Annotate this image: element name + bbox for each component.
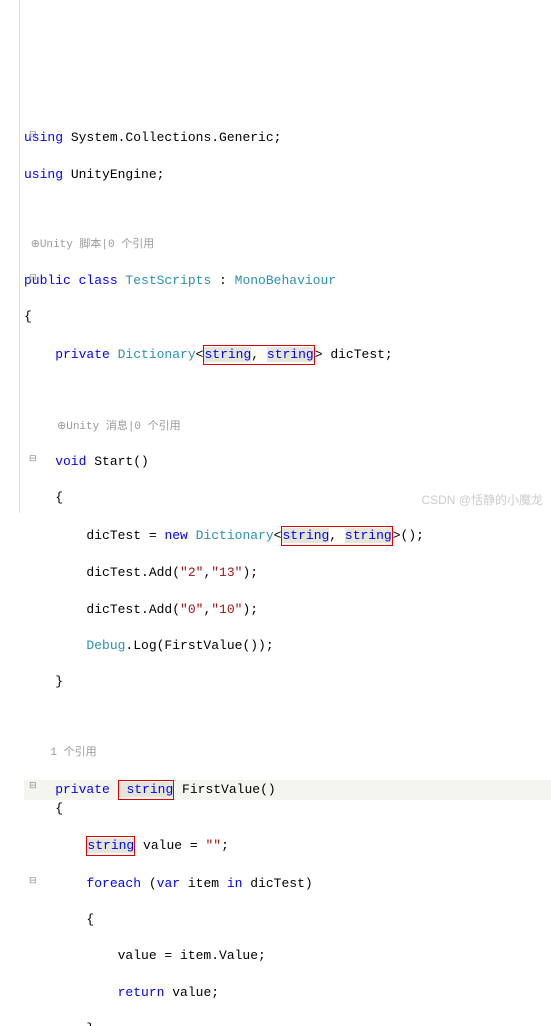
highlight-box: string, string	[281, 526, 392, 546]
code-line[interactable]: ⊟public class TestScripts : MonoBehaviou…	[24, 272, 551, 290]
keyword: in	[227, 876, 243, 891]
brace: }	[24, 1021, 94, 1026]
fold-icon[interactable]: ⊟	[29, 129, 37, 142]
code-text: UnityEngine;	[63, 167, 164, 182]
code-line[interactable]: string value = "";	[24, 836, 551, 856]
keyword: var	[157, 876, 180, 891]
code-line[interactable]: private Dictionary<string, string> dicTe…	[24, 345, 551, 365]
code-line[interactable]: Debug.Log(FirstValue());	[24, 637, 551, 655]
code-line[interactable]: dicTest.Add("0","10");	[24, 601, 551, 619]
code-text: value = item.Value;	[24, 948, 266, 963]
string-literal: "0"	[180, 602, 203, 617]
code-line-active[interactable]: ⊟ private string FirstValue()	[24, 780, 551, 800]
code-text: System.Collections.Generic;	[63, 130, 281, 145]
fold-icon[interactable]: ⊟	[29, 780, 37, 793]
string-literal: ""	[205, 838, 221, 853]
code-text: (	[141, 876, 157, 891]
codelens[interactable]: ⊕Unity 脚本|0 个引用	[24, 238, 551, 253]
code-text: ,	[203, 565, 211, 580]
code-line[interactable]: {	[24, 800, 551, 818]
keyword: string	[282, 528, 329, 543]
reference-text: ⊕Unity 消息|0 个引用	[24, 421, 181, 433]
blank-line	[24, 383, 551, 401]
keyword: string	[119, 782, 174, 797]
code-text: FirstValue()	[174, 782, 275, 797]
code-text: Start()	[86, 454, 148, 469]
type-name: Dictionary	[188, 528, 274, 543]
watermark: CSDN @恬静的小魔龙	[421, 492, 543, 509]
codelens[interactable]: 1 个引用	[24, 746, 551, 761]
keyword: string	[87, 838, 134, 853]
brace: {	[24, 912, 94, 927]
code-line[interactable]: dicTest = new Dictionary<string, string>…	[24, 526, 551, 546]
code-line[interactable]: value = item.Value;	[24, 947, 551, 965]
code-line[interactable]: ⊟ foreach (var item in dicTest)	[24, 875, 551, 893]
code-line[interactable]: using UnityEngine;	[24, 166, 551, 184]
class-name: TestScripts	[118, 273, 212, 288]
string-literal: "13"	[211, 565, 242, 580]
fold-icon[interactable]: ⊟	[29, 453, 37, 466]
code-line[interactable]: return value;	[24, 984, 551, 1002]
code-text: .Log(FirstValue());	[125, 638, 273, 653]
code-text: :	[211, 273, 234, 288]
type-name: Dictionary	[110, 347, 196, 362]
brace: }	[24, 674, 63, 689]
blank-line	[24, 710, 551, 728]
code-line[interactable]: ⊟using System.Collections.Generic;	[24, 129, 551, 147]
codelens[interactable]: ⊕Unity 消息|0 个引用	[24, 420, 551, 435]
highlight-box: string, string	[203, 345, 314, 365]
code-text: );	[242, 602, 258, 617]
fold-icon[interactable]: ⊟	[29, 272, 37, 285]
code-line[interactable]: {	[24, 308, 551, 326]
code-editor[interactable]: ⊟using System.Collections.Generic; using…	[0, 109, 551, 1026]
code-text: ,	[329, 528, 345, 543]
code-text: item	[180, 876, 227, 891]
code-text: dicTest =	[24, 528, 164, 543]
code-text: dicTest)	[242, 876, 312, 891]
blank-line	[24, 202, 551, 220]
keyword: private	[24, 782, 110, 797]
keyword: string	[345, 528, 392, 543]
code-text: value =	[135, 838, 205, 853]
code-text: value;	[164, 985, 219, 1000]
code-text: ,	[251, 347, 267, 362]
code-text: dicTest.Add(	[24, 602, 180, 617]
reference-text: ⊕Unity 脚本|0 个引用	[24, 239, 154, 251]
keyword: string	[204, 347, 251, 362]
brace: {	[24, 309, 32, 324]
code-line[interactable]: }	[24, 1020, 551, 1026]
code-text: ,	[203, 602, 211, 617]
string-literal: "2"	[180, 565, 203, 580]
highlight-box: string	[86, 836, 135, 856]
type-name: MonoBehaviour	[235, 273, 336, 288]
code-line[interactable]: dicTest.Add("2","13");	[24, 564, 551, 582]
code-text: ;	[221, 838, 229, 853]
code-line[interactable]: ⊟ void Start()	[24, 453, 551, 471]
brace: {	[24, 801, 63, 816]
reference-text: 1 个引用	[24, 747, 97, 759]
code-text: );	[242, 565, 258, 580]
keyword: new	[164, 528, 187, 543]
keyword: foreach	[24, 876, 141, 891]
highlight-box: string	[118, 780, 175, 800]
keyword: string	[267, 347, 314, 362]
code-text: dicTest;	[323, 347, 393, 362]
code-line[interactable]: {	[24, 911, 551, 929]
code-text: ();	[401, 528, 424, 543]
keyword: using	[24, 167, 63, 182]
code-text: dicTest.Add(	[24, 565, 180, 580]
fold-icon[interactable]: ⊟	[29, 875, 37, 888]
type-name: Debug	[24, 638, 125, 653]
code-line[interactable]: }	[24, 673, 551, 691]
keyword: class	[71, 273, 118, 288]
brace: {	[24, 490, 63, 505]
string-literal: "10"	[211, 602, 242, 617]
keyword: private	[24, 347, 110, 362]
keyword: return	[24, 985, 164, 1000]
